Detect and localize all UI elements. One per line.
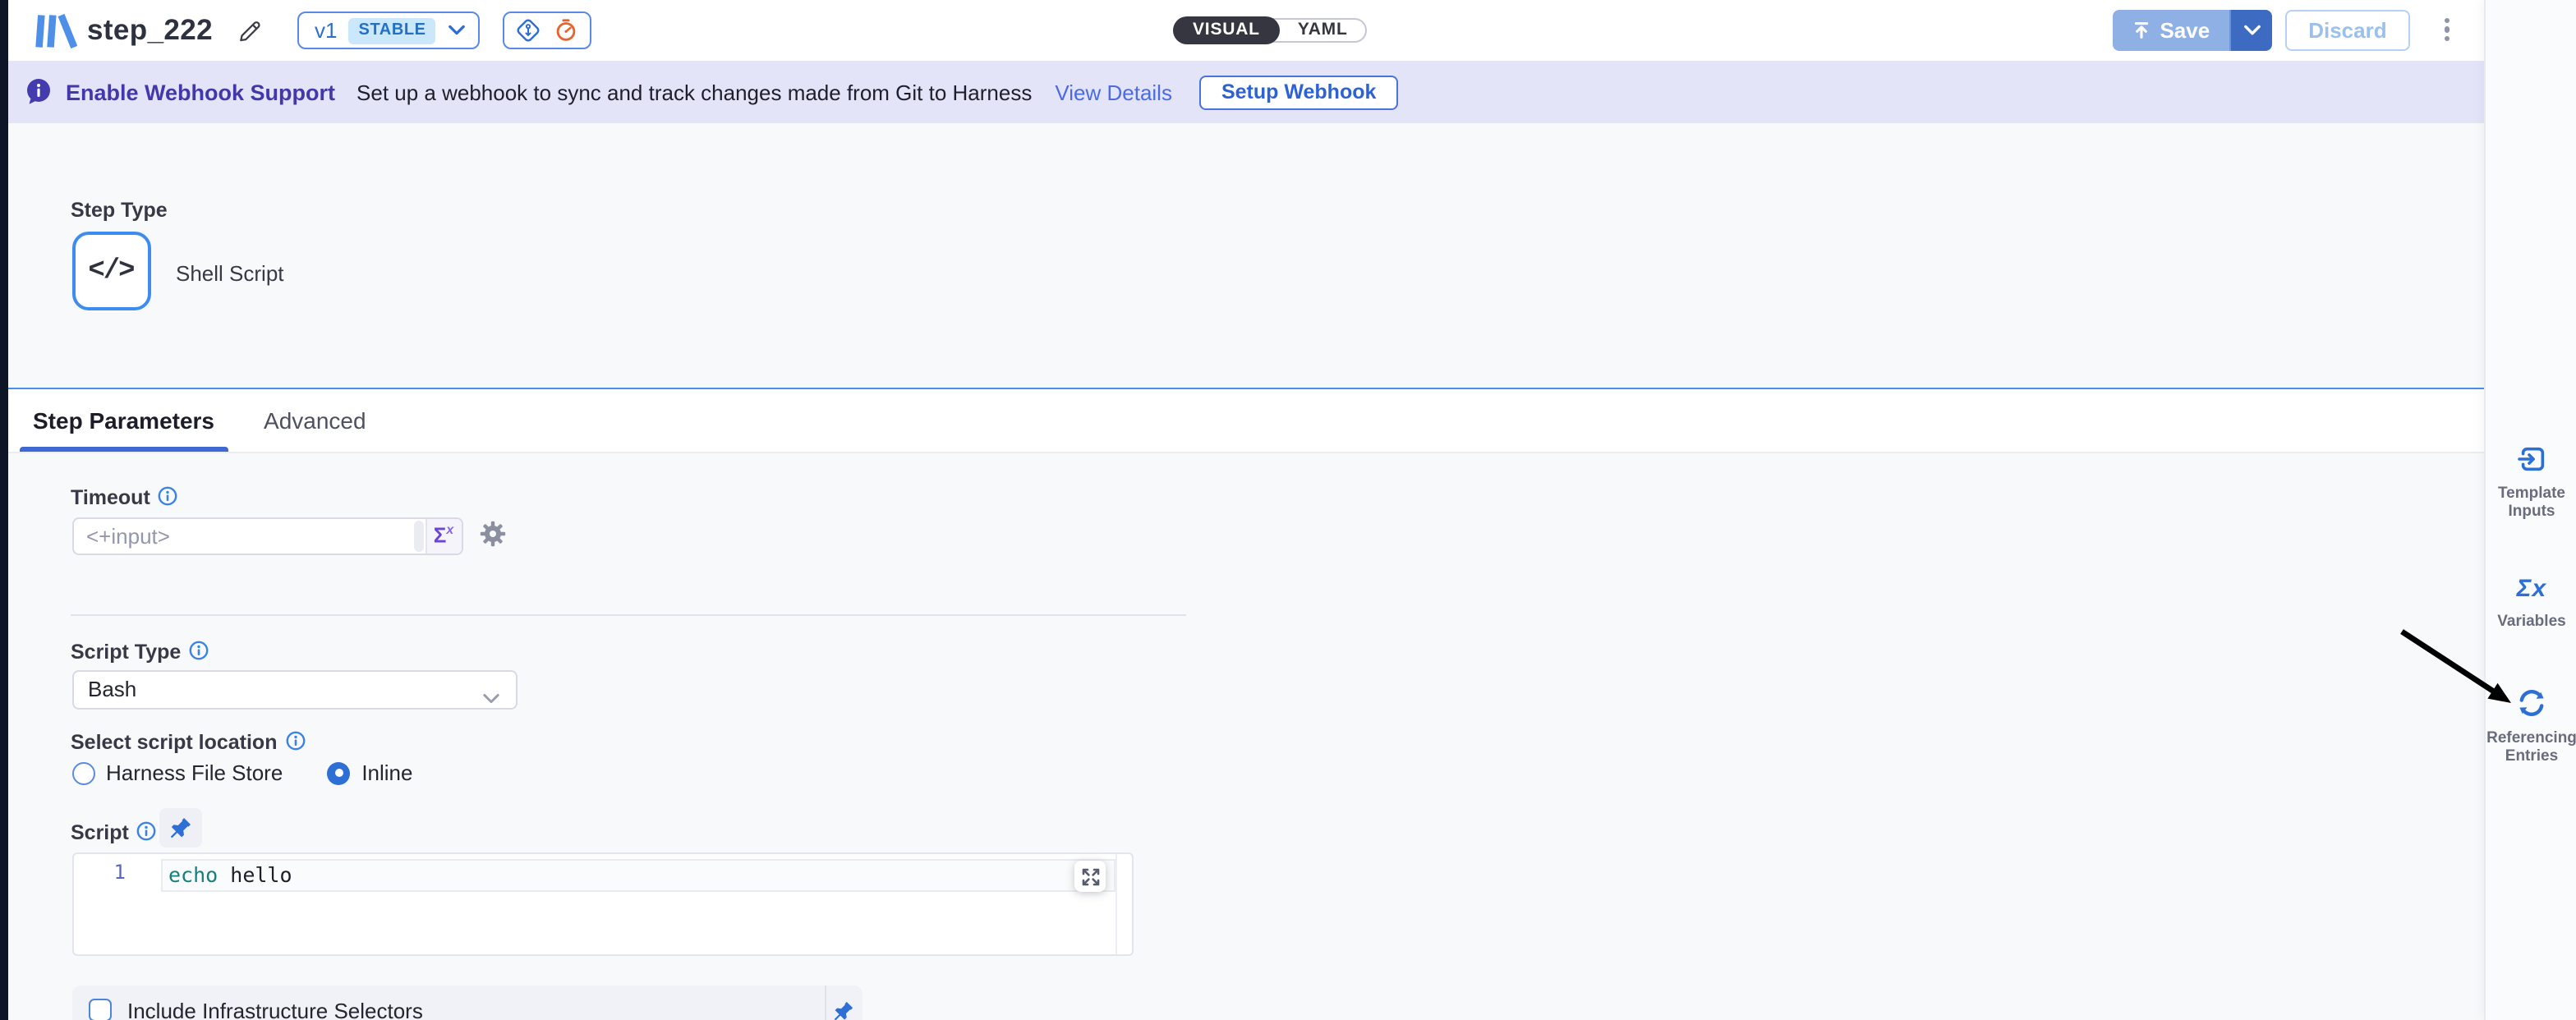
tab-bar: Step Parameters Advanced [0,388,2484,453]
banner-message: Set up a webhook to sync and track chang… [356,80,1032,104]
save-button[interactable]: Save [2112,9,2229,50]
script-label-row: Script [71,821,157,844]
expand-icon [1080,866,1100,886]
step-type-label: Step Type [71,199,168,222]
discard-button[interactable]: Discard [2285,9,2409,50]
collapsed-nav-rail[interactable] [0,0,8,1020]
main-content: Step Type </> Shell Script Step Paramete… [0,123,2484,1020]
info-icon[interactable] [137,821,157,841]
visual-yaml-toggle[interactable]: VISUAL YAML [1173,17,1368,43]
expression-toggle-button[interactable]: Σx [425,517,461,554]
step-type-card[interactable]: </> [71,232,150,310]
sidebar-item-variables[interactable]: Σx Variables [2486,575,2576,631]
edit-title-button[interactable] [236,17,262,44]
upload-icon [2132,21,2150,39]
stable-badge: STABLE [349,17,436,44]
discard-label: Discard [2308,17,2386,42]
script-code-editor[interactable]: 1 echo hello [71,852,1133,955]
info-icon[interactable] [189,641,209,660]
variables-label: Variables [2486,613,2576,631]
script-location-label-row: Select script location [71,731,305,754]
script-type-value: Bash [88,678,136,702]
toggle-visual[interactable]: VISUAL [1173,16,1280,44]
header-actions: Save Discard [2112,9,2454,50]
current-line-highlight [160,858,1115,891]
timeout-label-row: Timeout [71,486,178,509]
more-options-button[interactable] [2440,11,2454,48]
code-keyword: echo [168,862,218,887]
editor-scrollbar-track[interactable] [1115,854,1116,953]
expand-editor-button[interactable] [1074,861,1106,892]
webhook-banner: Enable Webhook Support Set up a webhook … [0,61,2484,123]
script-location-options: Harness File Store Inline [71,760,412,785]
git-status-box[interactable] [504,11,592,50]
git-icon [515,16,543,44]
script-location-label: Select script location [71,731,277,754]
script-label: Script [71,821,129,844]
pin-icon [169,816,192,839]
save-split-button: Save [2112,9,2272,50]
templates-logo-icon [34,11,77,50]
script-type-label-row: Script Type [71,641,209,664]
timeout-input[interactable]: <+input> Σx [71,517,462,554]
chevron-down-icon [482,685,499,710]
step-type-value: Shell Script [176,261,284,286]
code-argument: hello [230,862,292,887]
header-left: step_222 v1 STABLE [34,0,592,61]
save-label: Save [2160,17,2210,42]
include-infra-selectors-row: Include Infrastructure Selectors [71,986,862,1020]
referencing-entries-label: Referencing Entries [2486,729,2576,765]
tab-advanced[interactable]: Advanced [251,389,380,452]
include-infra-checkbox[interactable] [88,999,111,1020]
timeout-settings-button[interactable] [480,521,506,555]
timeout-label: Timeout [71,486,150,509]
gear-icon [480,521,506,547]
template-studio-page: step_222 v1 STABLE [0,0,2576,1020]
pin-infra-button[interactable] [826,999,862,1020]
line-number: 1 [73,861,126,884]
referencing-entries-icon [2515,687,2548,719]
save-options-button[interactable] [2229,9,2272,50]
include-infra-label: Include Infrastructure Selectors [127,998,423,1020]
version-dropdown[interactable]: v1 STABLE [297,11,481,50]
timer-icon [553,16,581,44]
info-icon[interactable] [285,731,305,751]
right-sidebar: Template Inputs Σx Variables Referencing… [2484,0,2576,1020]
banner-title: Enable Webhook Support [66,80,335,104]
info-bubble-icon [26,79,51,105]
script-type-label: Script Type [71,641,181,664]
tab-step-parameters[interactable]: Step Parameters [20,389,228,452]
header-bar: step_222 v1 STABLE [0,0,2576,61]
template-inputs-icon [2516,443,2547,475]
script-type-select[interactable]: Bash [71,670,517,709]
radio-inline[interactable] [327,761,350,784]
template-inputs-label: Template Inputs [2486,485,2576,521]
pencil-icon [236,17,262,44]
toggle-yaml[interactable]: YAML [1280,17,1366,43]
setup-webhook-button[interactable]: Setup Webhook [1200,75,1397,109]
runtime-input-handle[interactable] [413,520,423,551]
sidebar-item-template-inputs[interactable]: Template Inputs [2486,443,2576,521]
sigma-icon: Σx [434,523,454,549]
chevron-down-icon [2243,24,2260,35]
page-title: step_222 [87,13,213,48]
info-icon[interactable] [159,486,178,506]
radio-harness-file-store[interactable] [71,761,94,784]
version-label: v1 [315,18,337,43]
harness-file-store-label: Harness File Store [106,760,283,785]
pin-script-button[interactable] [159,808,202,848]
section-divider [71,614,1186,616]
variables-sigma-icon: Σx [2517,575,2546,603]
sidebar-item-referencing-entries[interactable]: Referencing Entries [2486,687,2576,765]
pin-icon [833,999,854,1020]
code-line: echo hello [168,862,292,887]
chevron-down-icon [449,25,466,36]
shell-script-icon: </> [88,255,133,287]
view-details-link[interactable]: View Details [1055,80,1172,104]
inline-label: Inline [361,760,412,785]
timeout-value: <+input> [73,523,412,548]
